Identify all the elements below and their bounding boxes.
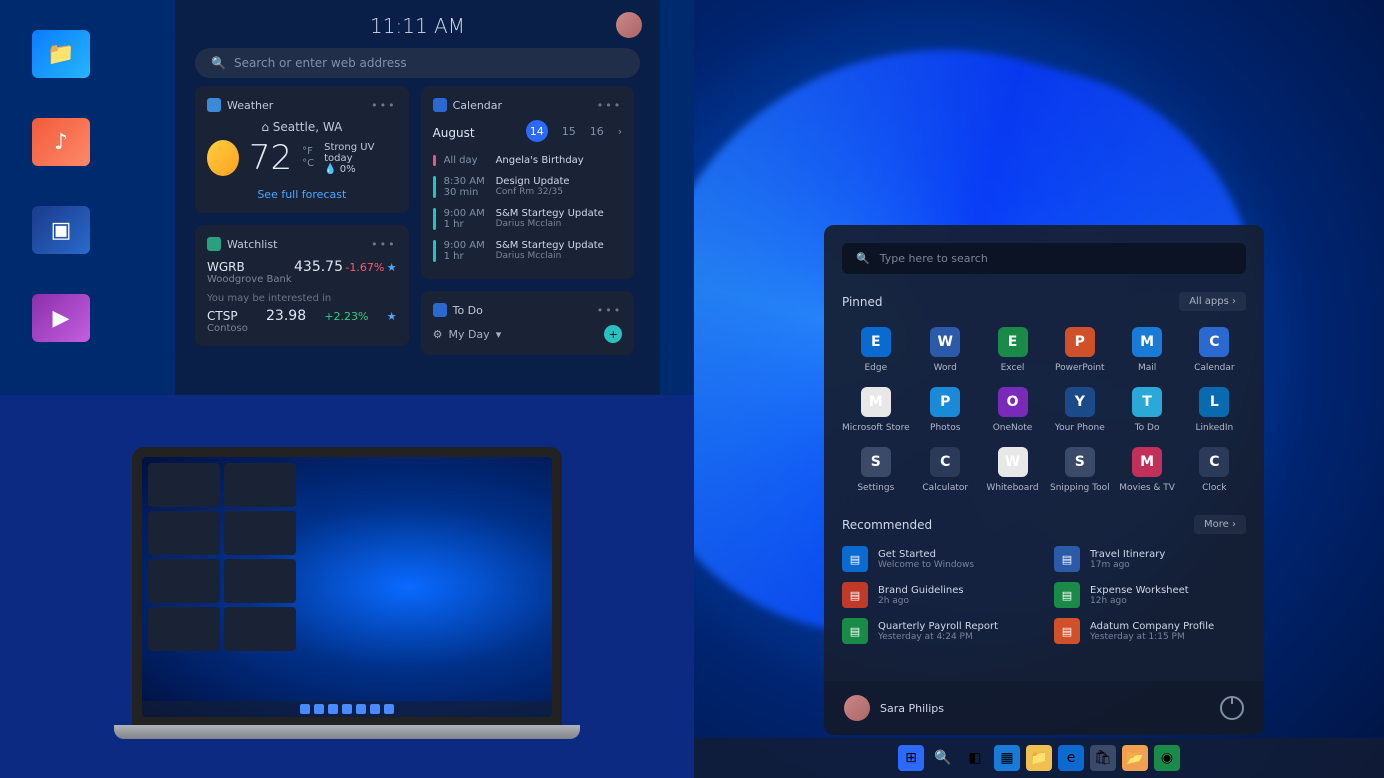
recommended-item[interactable]: ▤Brand Guidelines2h ago: [842, 582, 1034, 608]
pinned-app[interactable]: WWord: [914, 323, 977, 377]
forecast-link[interactable]: See full forecast: [207, 188, 397, 201]
desktop-icons: 📁 ♪ ▣ ▶: [32, 30, 90, 342]
pinned-label: Pinned: [842, 295, 883, 309]
pinned-app[interactable]: SSnipping Tool: [1048, 443, 1111, 497]
xbox-icon[interactable]: ◉: [1154, 745, 1180, 771]
pinned-app[interactable]: LLinkedIn: [1183, 383, 1246, 437]
start-icon[interactable]: ⊞: [898, 745, 924, 771]
edge-icon[interactable]: e: [1058, 745, 1084, 771]
recommended-item[interactable]: ▤Adatum Company ProfileYesterday at 1:15…: [1054, 618, 1246, 644]
pinned-app[interactable]: PPowerPoint: [1048, 323, 1111, 377]
todo-icon: [433, 303, 447, 317]
widgets-time: 11:11 AM: [195, 10, 640, 42]
more-icon[interactable]: •••: [371, 99, 396, 112]
more-button[interactable]: More ›: [1194, 515, 1246, 534]
weather-card[interactable]: Weather••• ⌂ Seattle, WA 72 °F°C Strong …: [195, 86, 409, 213]
sun-icon: [207, 140, 239, 176]
pinned-app[interactable]: OOneNote: [981, 383, 1044, 437]
calendar-event[interactable]: 8:30 AM30 minDesign UpdateConf Rm 32/35: [433, 171, 623, 203]
folder-icon[interactable]: 📂: [1122, 745, 1148, 771]
calendar-event[interactable]: 9:00 AM1 hrS&M Startegy UpdateDarius Mcc…: [433, 203, 623, 235]
pinned-app[interactable]: MMail: [1115, 323, 1178, 377]
calendar-card[interactable]: Calendar••• August 141516› All dayAngela…: [421, 86, 635, 279]
more-icon[interactable]: •••: [597, 99, 622, 112]
add-task-button[interactable]: +: [604, 325, 622, 343]
calendar-day[interactable]: 15: [562, 125, 576, 138]
calendar-icon: [433, 98, 447, 112]
pinned-app[interactable]: CClock: [1183, 443, 1246, 497]
chevron-right-icon[interactable]: ›: [618, 125, 622, 138]
weather-icon: [207, 98, 221, 112]
pinned-app[interactable]: EExcel: [981, 323, 1044, 377]
widgets-search-input[interactable]: 🔍 Search or enter web address: [195, 48, 640, 78]
search-icon: 🔍: [856, 252, 870, 265]
pinned-app[interactable]: EEdge: [842, 323, 910, 377]
laptop-preview: [0, 395, 694, 778]
pinned-app[interactable]: TTo Do: [1115, 383, 1178, 437]
videos-folder-icon[interactable]: ▶: [32, 294, 90, 342]
search-icon[interactable]: 🔍: [930, 745, 956, 771]
pinned-app[interactable]: SSettings: [842, 443, 910, 497]
taskbar: ⊞🔍◧▦📁e🛍📂◉: [694, 738, 1384, 778]
recommended-item[interactable]: ▤Get StartedWelcome to Windows: [842, 546, 1034, 572]
user-avatar[interactable]: [844, 695, 870, 721]
calendar-day[interactable]: 16: [590, 125, 604, 138]
pinned-app[interactable]: CCalendar: [1183, 323, 1246, 377]
search-icon: 🔍: [211, 56, 226, 70]
explorer-icon[interactable]: 📁: [1026, 745, 1052, 771]
recommended-item[interactable]: ▤Expense Worksheet12h ago: [1054, 582, 1246, 608]
store-icon[interactable]: 🛍: [1090, 745, 1116, 771]
calendar-day[interactable]: 14: [526, 120, 548, 142]
power-button[interactable]: [1220, 696, 1244, 720]
taskview-icon[interactable]: ◧: [962, 745, 988, 771]
start-search-input[interactable]: 🔍 Type here to search: [842, 243, 1246, 274]
pinned-app[interactable]: WWhiteboard: [981, 443, 1044, 497]
widgets-panel: 11:11 AM 🔍 Search or enter web address W…: [175, 0, 660, 395]
watchlist-row[interactable]: CTSPContoso23.98+2.23%★: [207, 308, 397, 334]
pinned-app[interactable]: MMovies & TV: [1115, 443, 1178, 497]
chevron-down-icon[interactable]: ▾: [496, 328, 502, 341]
more-icon[interactable]: •••: [371, 238, 396, 251]
recommended-item[interactable]: ▤Travel Itinerary17m ago: [1054, 546, 1246, 572]
desktop-background: 🔍 Type here to search Pinned All apps › E…: [694, 0, 1384, 778]
pinned-app[interactable]: PPhotos: [914, 383, 977, 437]
pinned-app[interactable]: MMicrosoft Store: [842, 383, 910, 437]
music-folder-icon[interactable]: ♪: [32, 118, 90, 166]
stocks-icon: [207, 237, 221, 251]
pinned-app[interactable]: CCalculator: [914, 443, 977, 497]
pinned-app[interactable]: YYour Phone: [1048, 383, 1111, 437]
gear-icon: ⚙: [433, 328, 443, 341]
recommended-item[interactable]: ▤Quarterly Payroll ReportYesterday at 4:…: [842, 618, 1034, 644]
files-folder-icon[interactable]: 📁: [32, 30, 90, 78]
user-name[interactable]: Sara Philips: [880, 702, 944, 715]
more-icon[interactable]: •••: [597, 304, 622, 317]
todo-card[interactable]: To Do••• ⚙My Day▾+: [421, 291, 635, 355]
calendar-event[interactable]: 9:00 AM1 hrS&M Startegy UpdateDarius Mcc…: [433, 235, 623, 267]
calendar-event[interactable]: All dayAngela's Birthday: [433, 150, 623, 171]
user-avatar[interactable]: [616, 12, 642, 38]
start-menu: 🔍 Type here to search Pinned All apps › E…: [824, 225, 1264, 735]
watchlist-card[interactable]: Watchlist••• WGRBWoodgrove Bank435.75-1.…: [195, 225, 409, 346]
widgets-icon[interactable]: ▦: [994, 745, 1020, 771]
pictures-folder-icon[interactable]: ▣: [32, 206, 90, 254]
recommended-label: Recommended: [842, 518, 932, 532]
watchlist-row[interactable]: WGRBWoodgrove Bank435.75-1.67%★: [207, 259, 397, 285]
all-apps-button[interactable]: All apps ›: [1179, 292, 1246, 311]
